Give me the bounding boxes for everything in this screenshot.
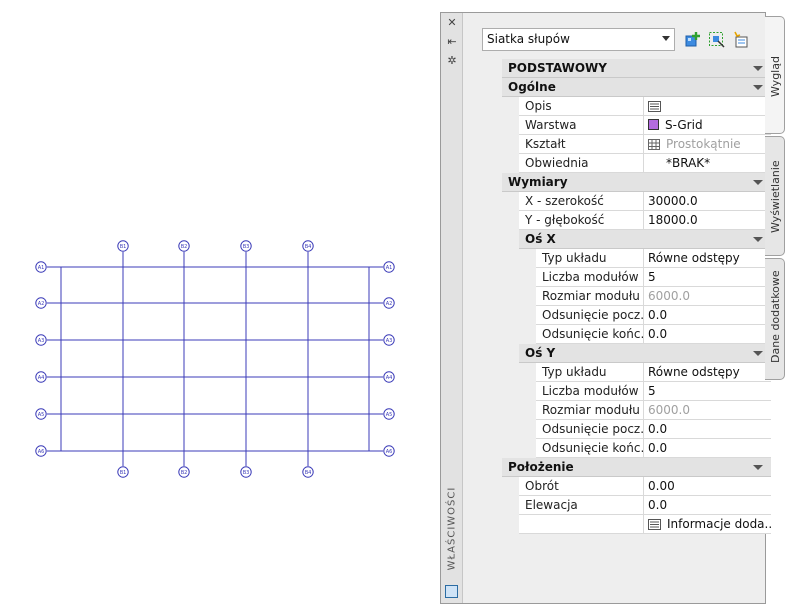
settings-icon[interactable]: ✲ [445, 54, 459, 68]
property-grid: PODSTAWOWY Ogólne Opis Warstwa S-Grid Ks… [502, 59, 771, 534]
chevron-down-icon [662, 36, 670, 41]
add-style-icon[interactable] [684, 31, 702, 49]
column-bubble-bottom[interactable]: B4 [302, 466, 314, 478]
column-bubble-bottom[interactable]: B1 [117, 466, 129, 478]
row-bubble-right[interactable]: A4 [383, 371, 395, 383]
tab-wyglad[interactable]: Wygląd [765, 16, 785, 134]
row-bubble-left[interactable]: A4 [35, 371, 47, 383]
select-similar-icon[interactable] [708, 31, 726, 49]
prop-row-y-layout-type[interactable]: Typ układu Równe odstępy [536, 363, 771, 382]
svg-text:B4: B4 [305, 244, 312, 250]
prop-row-x-bay-size[interactable]: Rozmiar modułu 6000.0 [536, 287, 771, 306]
svg-text:A3: A3 [386, 338, 393, 344]
style-dropdown[interactable]: Siatka słupów [482, 28, 675, 51]
category-general[interactable]: Ogólne [502, 78, 771, 97]
prop-row-y-start-offset[interactable]: Odsunięcie pocz... 0.0 [536, 420, 771, 439]
collapse-icon [753, 465, 763, 470]
row-bubble-left[interactable]: A6 [35, 445, 47, 457]
palette-title: WŁAŚCIWOŚCI [446, 486, 458, 571]
row-bubble-right[interactable]: A5 [383, 408, 395, 420]
column-bubble-top[interactable]: B2 [178, 240, 190, 252]
palette-titlebar[interactable]: ✕ ⇤ ✲ WŁAŚCIWOŚCI [441, 13, 463, 603]
palette-content: Siatka słupów PODSTAWOWY Ogólne Opis War… [462, 13, 771, 603]
prop-row-x-end-offset[interactable]: Odsunięcie końc... 0.0 [536, 325, 771, 344]
category-axis-x[interactable]: Oś X [519, 230, 771, 249]
category-basic[interactable]: PODSTAWOWY [502, 59, 771, 78]
svg-text:B1: B1 [120, 470, 127, 476]
collapse-icon [753, 180, 763, 185]
collapse-icon [753, 85, 763, 90]
layer-color-swatch [648, 119, 659, 130]
properties-palette: ✕ ⇤ ✲ WŁAŚCIWOŚCI Siatka słupów PODSTAWO… [440, 12, 771, 604]
svg-text:B2: B2 [181, 470, 188, 476]
grid-shape-icon [648, 139, 660, 150]
svg-text:B1: B1 [120, 244, 127, 250]
category-dimensions[interactable]: Wymiary [502, 173, 771, 192]
prop-row-boundary[interactable]: Obwiednia *BRAK* [519, 154, 771, 173]
row-bubble-left[interactable]: A2 [35, 297, 47, 309]
drawing-canvas[interactable]: B1 B2 B3 B4 B1 B2 B3 B4 A1 A2 A3 A4 A5 A6 A1 A2 A3 A4 A5 A6 [0, 0, 440, 610]
svg-text:A5: A5 [38, 412, 45, 418]
autohide-icon[interactable]: ⇤ [445, 35, 459, 49]
prop-row-y-bay-count[interactable]: Liczba modułów 5 [536, 382, 771, 401]
svg-text:A3: A3 [38, 338, 45, 344]
svg-text:A6: A6 [386, 449, 393, 455]
prop-row-y-bay-size[interactable]: Rozmiar modułu 6000.0 [536, 401, 771, 420]
row-bubble-right[interactable]: A3 [383, 334, 395, 346]
collapse-icon [753, 66, 763, 71]
svg-text:B3: B3 [243, 470, 250, 476]
svg-text:A2: A2 [38, 301, 45, 307]
svg-text:A4: A4 [386, 375, 393, 381]
column-bubble-top[interactable]: B1 [117, 240, 129, 252]
row-bubble-left[interactable]: A5 [35, 408, 47, 420]
prop-row-layer[interactable]: Warstwa S-Grid [519, 116, 771, 135]
prop-row-y-depth[interactable]: Y - głębokość 18000.0 [519, 211, 771, 230]
prop-row-x-start-offset[interactable]: Odsunięcie pocz... 0.0 [536, 306, 771, 325]
row-bubble-left[interactable]: A3 [35, 334, 47, 346]
svg-text:B2: B2 [181, 244, 188, 250]
column-grid[interactable] [47, 252, 383, 466]
properties-icon[interactable] [445, 585, 458, 598]
row-bubble-left[interactable]: A1 [35, 261, 47, 273]
svg-text:A1: A1 [386, 265, 393, 271]
column-bubble-bottom[interactable]: B2 [178, 466, 190, 478]
column-bubble-top[interactable]: B3 [240, 240, 252, 252]
svg-text:A2: A2 [386, 301, 393, 307]
svg-text:B4: B4 [305, 470, 312, 476]
category-location[interactable]: Położenie [502, 458, 771, 477]
additional-info-icon[interactable] [648, 519, 661, 530]
prop-row-x-layout-type[interactable]: Typ układu Równe odstępy [536, 249, 771, 268]
column-bubble-bottom[interactable]: B3 [240, 466, 252, 478]
prop-row-description[interactable]: Opis [519, 97, 771, 116]
row-bubble-right[interactable]: A2 [383, 297, 395, 309]
svg-text:B3: B3 [243, 244, 250, 250]
svg-text:A1: A1 [38, 265, 45, 271]
row-bubble-right[interactable]: A6 [383, 445, 395, 457]
svg-text:A4: A4 [38, 375, 45, 381]
collapse-icon [753, 237, 763, 242]
grid-bubbles: B1 B2 B3 B4 B1 B2 B3 B4 A1 A2 A3 A4 A5 A6 A1 A2 A3 A4 A5 A6 [35, 240, 395, 478]
collapse-icon [753, 351, 763, 356]
prop-row-y-end-offset[interactable]: Odsunięcie końc... 0.0 [536, 439, 771, 458]
description-edit-icon[interactable] [648, 101, 661, 112]
prop-row-x-bay-count[interactable]: Liczba modułów 5 [536, 268, 771, 287]
category-axis-y[interactable]: Oś Y [519, 344, 771, 363]
quick-select-icon[interactable] [732, 31, 750, 49]
prop-row-shape[interactable]: Kształt Prostokątnie [519, 135, 771, 154]
prop-row-additional-info[interactable]: Informacje doda... [519, 515, 771, 534]
tab-wyswietlanie[interactable]: Wyświetlanie [765, 136, 785, 256]
svg-text:A6: A6 [38, 449, 45, 455]
prop-row-x-width[interactable]: X - szerokość 30000.0 [519, 192, 771, 211]
column-bubble-top[interactable]: B4 [302, 240, 314, 252]
tab-dane-dodatkowe[interactable]: Dane dodatkowe [765, 258, 785, 380]
close-icon[interactable]: ✕ [445, 16, 459, 30]
svg-text:A5: A5 [386, 412, 393, 418]
style-dropdown-value: Siatka słupów [487, 32, 570, 46]
prop-row-elevation[interactable]: Elewacja 0.0 [519, 496, 771, 515]
row-bubble-right[interactable]: A1 [383, 261, 395, 273]
prop-row-rotation[interactable]: Obrót 0.00 [519, 477, 771, 496]
